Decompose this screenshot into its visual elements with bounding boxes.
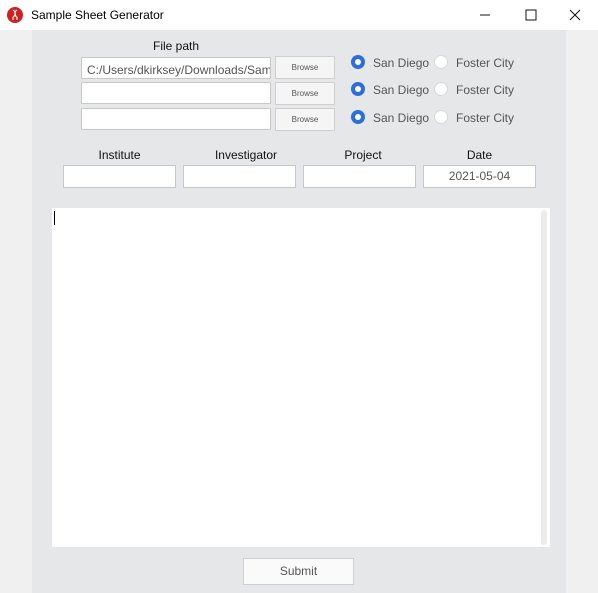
maximize-icon [525,9,537,21]
date-label: Date [466,148,493,162]
file-path-input-2[interactable] [81,82,271,104]
project-input[interactable] [303,165,416,188]
close-icon [569,9,581,21]
radio-foster-city-3[interactable] [434,110,448,124]
file-path-input-1[interactable] [81,57,271,79]
browse-button-2[interactable]: Browse [275,82,335,105]
browse-button-3[interactable]: Browse [275,108,335,131]
radio-label-foster-city-2: Foster City [456,83,515,97]
institute-label: Institute [98,148,141,162]
maximize-button[interactable] [508,0,554,30]
radio-foster-city-2[interactable] [434,82,448,96]
date-input[interactable]: 2021-05-04 [423,165,536,188]
radio-label-san-diego-3: San Diego [373,111,430,125]
radio-san-diego-1[interactable] [351,55,365,69]
notes-textarea[interactable] [52,208,550,547]
window-title: Sample Sheet Generator [31,8,164,22]
file-path-header: File path [152,39,200,53]
file-path-input-3[interactable] [81,108,271,130]
radio-label-foster-city-3: Foster City [456,111,515,125]
notes-scrollbar[interactable] [541,210,547,545]
radio-san-diego-3[interactable] [351,110,365,124]
radio-label-san-diego-1: San Diego [373,56,430,70]
investigator-label: Investigator [214,148,278,162]
app-icon [7,7,23,23]
radio-san-diego-2[interactable] [351,82,365,96]
submit-button[interactable]: Submit [243,558,354,585]
radio-label-foster-city-1: Foster City [456,56,515,70]
investigator-input[interactable] [183,165,296,188]
institute-input[interactable] [63,165,176,188]
browse-button-1[interactable]: Browse [275,56,335,79]
project-label: Project [344,148,382,162]
radio-label-san-diego-2: San Diego [373,83,430,97]
text-caret [54,211,55,225]
radio-foster-city-1[interactable] [434,55,448,69]
title-bar: Sample Sheet Generator [0,0,598,30]
minimize-button[interactable] [462,0,508,30]
close-button[interactable] [552,0,598,30]
minimize-icon [480,14,490,16]
